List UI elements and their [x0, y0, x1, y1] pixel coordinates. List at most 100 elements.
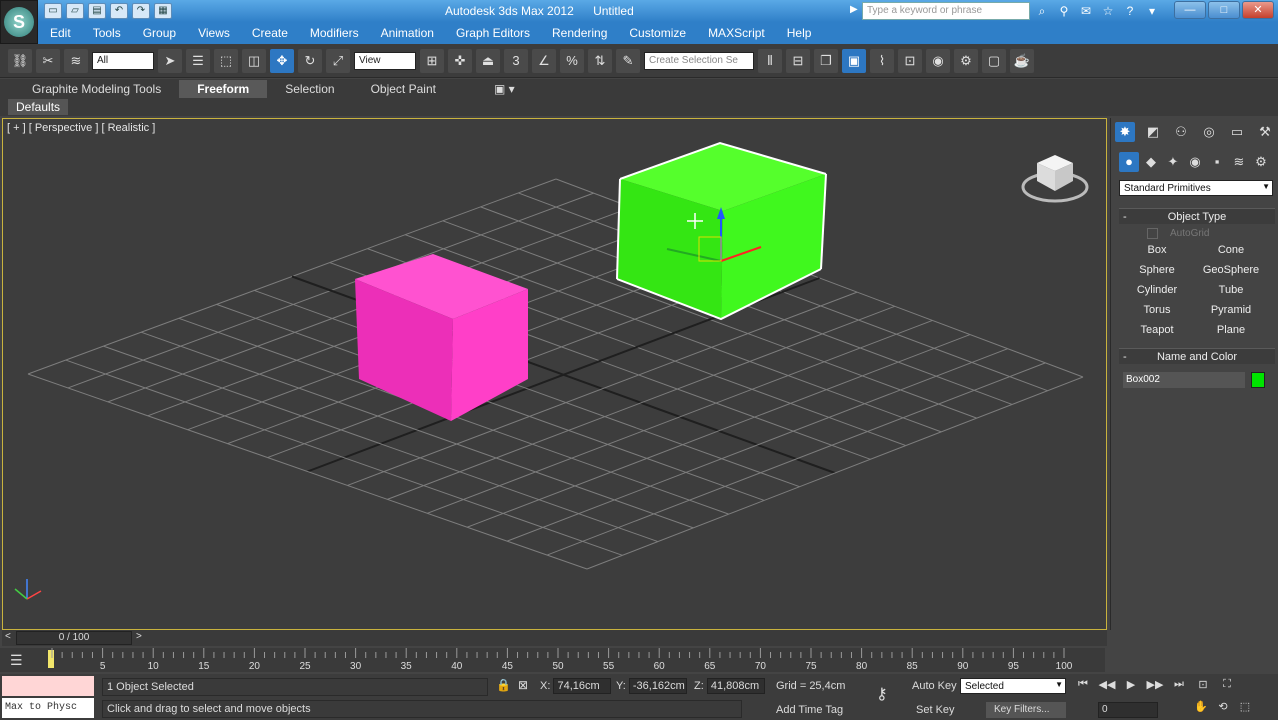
shapes-icon[interactable]: ◆ — [1141, 152, 1161, 172]
select-by-name-icon[interactable]: ☰ — [186, 48, 210, 73]
menu-edit[interactable]: Edit — [50, 26, 71, 40]
menu-animation[interactable]: Animation — [381, 26, 434, 40]
y-coordinate-field[interactable]: -36,162cm — [628, 678, 687, 694]
perspective-viewport[interactable]: [ + ] [ Perspective ] [ Realistic ] — [2, 118, 1107, 630]
communication-icon[interactable]: ✉ — [1078, 3, 1094, 19]
z-coordinate-field[interactable]: 41,808cm — [706, 678, 765, 694]
add-time-tag[interactable]: Add Time Tag — [776, 704, 843, 716]
new-file-icon[interactable]: ▭ — [44, 3, 62, 19]
menu-modifiers[interactable]: Modifiers — [310, 26, 359, 40]
menu-group[interactable]: Group — [143, 26, 176, 40]
render-setup-icon[interactable]: ⚙ — [954, 48, 978, 73]
select-object-icon[interactable]: ➤ — [158, 48, 182, 73]
menu-create[interactable]: Create — [252, 26, 288, 40]
teapot-button[interactable]: Teapot — [1123, 322, 1191, 338]
tab-freeform[interactable]: Freeform — [179, 80, 268, 98]
layer-manager-icon[interactable]: ❐ — [814, 48, 838, 73]
subscription-icon[interactable]: ⚲ — [1056, 3, 1072, 19]
motion-tab-icon[interactable]: ◎ — [1199, 122, 1219, 142]
menu-help[interactable]: Help — [787, 26, 812, 40]
cone-button[interactable]: Cone — [1197, 242, 1265, 258]
open-file-icon[interactable]: ▱ — [66, 3, 84, 19]
binoculars-icon[interactable]: ⌕ — [1034, 3, 1050, 19]
previous-key-icon[interactable]: ◀◀ — [1098, 678, 1116, 694]
sphere-button[interactable]: Sphere — [1123, 262, 1191, 278]
reference-coordinate-dropdown[interactable]: View — [354, 51, 416, 70]
plane-button[interactable]: Plane — [1197, 322, 1265, 338]
tube-button[interactable]: Tube — [1197, 282, 1265, 298]
minimize-button[interactable]: — — [1174, 1, 1206, 19]
object-type-rollout[interactable]: Object Type — [1119, 208, 1275, 225]
hierarchy-tab-icon[interactable]: ⚇ — [1171, 122, 1191, 142]
application-button[interactable]: S — [0, 0, 38, 44]
tab-selection[interactable]: Selection — [267, 80, 352, 98]
rectangular-selection-icon[interactable]: ⬚ — [214, 48, 238, 73]
link-icon[interactable]: ⛓ — [8, 48, 32, 73]
window-crossing-icon[interactable]: ◫ — [242, 48, 266, 73]
menu-customize[interactable]: Customize — [629, 26, 686, 40]
mirror-icon[interactable]: ⫴ — [758, 48, 782, 73]
search-arrow-icon[interactable]: ▶ — [850, 4, 858, 15]
select-and-scale-icon[interactable]: ⤢ — [326, 48, 350, 73]
menu-tools[interactable]: Tools — [93, 26, 121, 40]
previous-frame-button[interactable]: < — [5, 631, 15, 642]
object-name-field[interactable]: Box002 — [1123, 372, 1245, 388]
menu-maxscript[interactable]: MAXScript — [708, 26, 765, 40]
schematic-view-icon[interactable]: ⊡ — [898, 48, 922, 73]
viewport-label[interactable]: [ + ] [ Perspective ] [ Realistic ] — [7, 122, 155, 134]
lights-icon[interactable]: ✦ — [1163, 152, 1183, 172]
cylinder-button[interactable]: Cylinder — [1123, 282, 1191, 298]
key-filters-button[interactable]: Key Filters... — [986, 702, 1066, 718]
current-frame-field[interactable]: 0 — [1098, 702, 1158, 718]
next-key-icon[interactable]: ▶▶ — [1146, 678, 1164, 694]
search-input[interactable]: Type a keyword or phrase — [862, 2, 1030, 20]
zoom-extents-icon[interactable]: ⊡ — [1194, 678, 1212, 694]
next-frame-button[interactable]: > — [136, 631, 142, 642]
ribbon-options-icon[interactable]: ▣ ▾ — [494, 82, 515, 96]
pyramid-button[interactable]: Pyramid — [1197, 302, 1265, 318]
track-bar[interactable]: ☰ 5 10 15 20 25 30 35 40 45 50 55 60 65 70 75 80 85 90 95 1… — [0, 648, 1105, 672]
selection-filter-dropdown[interactable]: All — [92, 51, 154, 70]
time-slider-thumb[interactable]: 0 / 100 — [16, 631, 132, 645]
go-to-start-icon[interactable]: ⏮ — [1074, 678, 1092, 694]
pivot-center-icon[interactable]: ⊞ — [420, 48, 444, 73]
undo-icon[interactable]: ↶ — [110, 3, 128, 19]
key-mode-dropdown[interactable]: Selected — [960, 678, 1066, 694]
box-button[interactable]: Box — [1123, 242, 1191, 258]
named-selection-sets-dropdown[interactable]: Create Selection Se — [644, 51, 754, 70]
autogrid-checkbox[interactable]: AutoGrid — [1147, 228, 1209, 239]
object-color-swatch[interactable] — [1251, 372, 1265, 388]
favorites-star-icon[interactable]: ☆ — [1100, 3, 1116, 19]
display-tab-icon[interactable]: ▭ — [1227, 122, 1247, 142]
select-and-move-icon[interactable]: ✥ — [270, 48, 294, 73]
keyboard-shortcut-override-icon[interactable]: ⏏ — [476, 48, 500, 73]
cameras-icon[interactable]: ◉ — [1185, 152, 1205, 172]
help-dropdown-icon[interactable]: ▾ — [1144, 3, 1160, 19]
space-warps-icon[interactable]: ≋ — [1229, 152, 1249, 172]
edit-named-selection-icon[interactable]: ✎ — [616, 48, 640, 73]
manipulate-icon[interactable]: ✜ — [448, 48, 472, 73]
maxscript-listener-output[interactable] — [2, 676, 94, 696]
name-and-color-rollout[interactable]: Name and Color — [1119, 348, 1275, 365]
save-icon[interactable]: ▤ — [88, 3, 106, 19]
spinner-snap-icon[interactable]: ⇅ — [588, 48, 612, 73]
material-editor-icon[interactable]: ◉ — [926, 48, 950, 73]
angle-snap-icon[interactable]: ∠ — [532, 48, 556, 73]
menu-graph-editors[interactable]: Graph Editors — [456, 26, 530, 40]
unlink-icon[interactable]: ✂ — [36, 48, 60, 73]
tab-graphite-modeling-tools[interactable]: Graphite Modeling Tools — [14, 80, 179, 98]
menu-views[interactable]: Views — [198, 26, 230, 40]
project-folder-icon[interactable]: ▦ — [154, 3, 172, 19]
geometry-category-dropdown[interactable]: Standard Primitives — [1119, 180, 1273, 196]
select-and-rotate-icon[interactable]: ↻ — [298, 48, 322, 73]
systems-icon[interactable]: ⚙ — [1251, 152, 1271, 172]
snaps-toggle-icon[interactable]: 3 — [504, 48, 528, 73]
selection-lock-icon[interactable]: 🔒 — [496, 678, 511, 692]
field-of-view-icon[interactable]: ⛶ — [1218, 678, 1236, 694]
rendered-frame-window-icon[interactable]: ▢ — [982, 48, 1006, 73]
go-to-end-icon[interactable]: ⏭ — [1170, 678, 1188, 694]
render-production-icon[interactable]: ☕ — [1010, 48, 1034, 73]
torus-button[interactable]: Torus — [1123, 302, 1191, 318]
graphite-toggle-icon[interactable]: ▣ — [842, 48, 866, 73]
modify-tab-icon[interactable]: ◩ — [1143, 122, 1163, 142]
